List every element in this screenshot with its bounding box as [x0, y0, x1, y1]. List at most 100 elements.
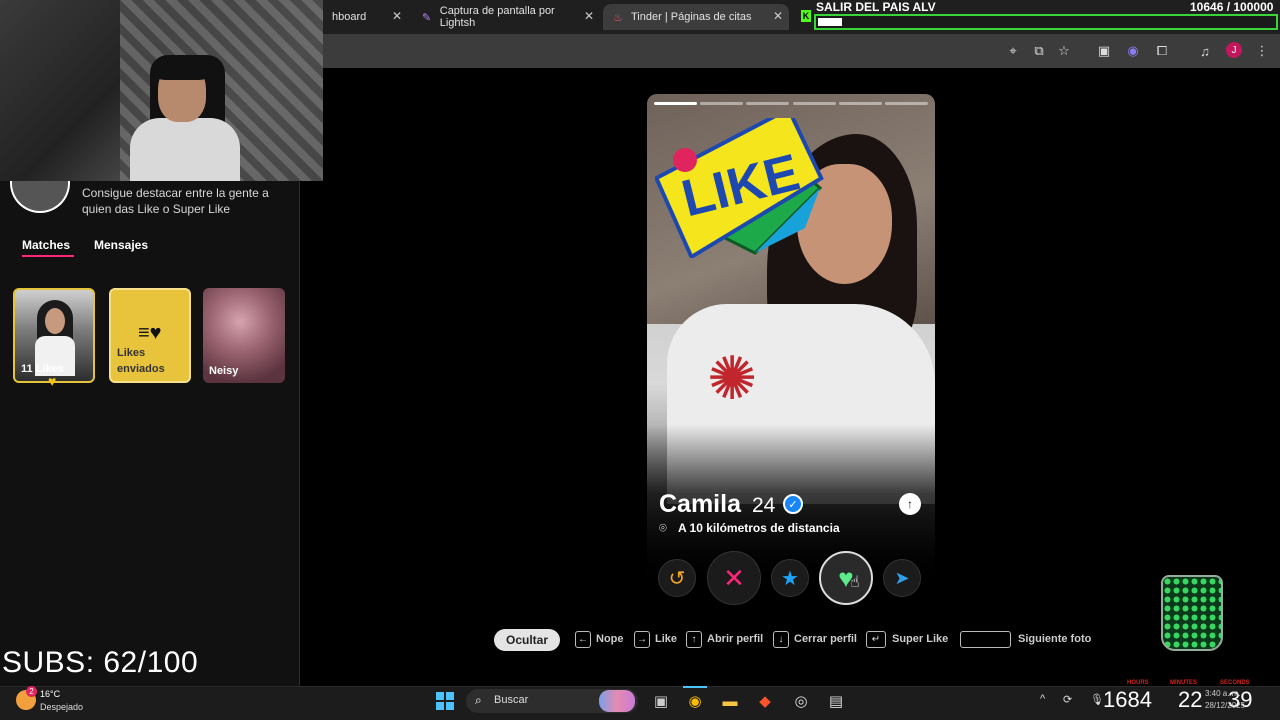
shortcut-next-photo-label: Siguiente foto	[1018, 633, 1092, 645]
stream-goal-title: SALIR DEL PAIS ALV	[816, 0, 936, 14]
search-highlight-icon	[599, 690, 635, 712]
more-menu-icon[interactable]: ⋮	[1253, 42, 1271, 60]
paper-plane-icon: ➤	[894, 567, 910, 588]
obs-icon[interactable]: ◎	[790, 690, 812, 712]
tab-close-icon[interactable]: ✕	[392, 9, 402, 23]
tab-tinder[interactable]: ♨ Tinder | Páginas de citas ✕	[603, 4, 789, 30]
mic-icon[interactable]: 🎙	[1090, 693, 1104, 706]
search-icon: ⌕	[475, 693, 482, 707]
browser-profile-avatar[interactable]: J	[1226, 42, 1242, 58]
nope-button[interactable]: ✕	[707, 551, 761, 605]
sync-icon[interactable]: ⟳	[1063, 693, 1072, 706]
photo-progress-segment[interactable]	[654, 102, 698, 105]
photo-progress-segment[interactable]	[884, 102, 928, 105]
shortcut-nope-label: Nope	[596, 633, 624, 645]
rewind-icon: ↺	[668, 567, 686, 590]
stream-goal-bar	[814, 14, 1278, 30]
stream-goal-count: 10646 / 100000	[1190, 0, 1274, 14]
super-like-button[interactable]: ★	[771, 559, 809, 597]
likes-sent-label: Likes enviados	[117, 347, 165, 375]
profile-distance: A 10 kilómetros de distancia	[678, 521, 840, 535]
weather-condition: Despejado	[40, 702, 84, 712]
webcam-overlay	[0, 0, 323, 181]
windows-start-icon[interactable]	[436, 692, 454, 710]
search-placeholder: Buscar	[494, 694, 529, 706]
task-view-icon[interactable]: ▣	[650, 690, 672, 712]
verified-badge-icon: ✓	[783, 494, 803, 514]
extension-mask-icon[interactable]: ◉	[1124, 42, 1142, 60]
tab-close-icon[interactable]: ✕	[584, 9, 594, 23]
down-arrow-key-icon: ↓	[773, 631, 789, 648]
mouse-cursor-icon: ☝	[850, 574, 860, 591]
tab-messages[interactable]: Mensajes	[94, 238, 148, 252]
right-arrow-key-icon: →	[634, 631, 650, 648]
up-arrow-key-icon: ↑	[686, 631, 702, 648]
send-message-button[interactable]: ➤	[883, 559, 921, 597]
countdown-minutes: 22	[1178, 687, 1203, 712]
location-pin-icon: ⌾	[659, 520, 667, 535]
brave-icon[interactable]: ◆	[754, 690, 776, 712]
countdown-minutes-label: MINUTES	[1170, 680, 1197, 686]
tab-lightshot[interactable]: ✎ Captura de pantalla por Lightsh ✕	[412, 4, 600, 30]
shortcut-close-profile-label: Cerrar perfil	[794, 633, 857, 645]
profile-name: Camila	[659, 490, 741, 518]
tab-title: Tinder | Páginas de citas	[631, 11, 752, 23]
tinder-flame-icon: ♨	[613, 12, 623, 24]
file-explorer-icon[interactable]: ▬	[719, 690, 741, 712]
space-key-icon	[960, 631, 1011, 648]
match-name: Neisy	[209, 365, 239, 377]
chrome-icon[interactable]: ◉	[684, 690, 706, 712]
system-time[interactable]: 3:40 a. m.	[1205, 689, 1241, 698]
feather-icon: ✎	[422, 12, 432, 24]
tab-matches-underline	[22, 255, 74, 257]
enter-key-icon: ↵	[866, 631, 886, 648]
tab-close-icon[interactable]: ✕	[773, 9, 783, 23]
countdown-seconds-label: SECONDS	[1220, 680, 1250, 686]
extensions-puzzle-icon[interactable]: ⧠	[1153, 42, 1171, 60]
like-sticker: LIKE	[655, 118, 824, 258]
weather-badge: 2	[26, 686, 37, 697]
photo-progress-segment[interactable]	[746, 102, 790, 105]
hide-shortcuts-button[interactable]: Ocultar	[494, 629, 560, 651]
photo-progress-segment[interactable]	[792, 102, 836, 105]
star-icon: ★	[781, 567, 799, 590]
subs-counter: SUBS: 62/100	[2, 646, 199, 679]
shortcut-super-like-label: Super Like	[892, 633, 949, 645]
close-icon: ✕	[723, 562, 745, 593]
photo-progress-segment[interactable]	[838, 102, 882, 105]
photo-progress-segment[interactable]	[700, 102, 744, 105]
cast-icon[interactable]: ⧉	[1030, 42, 1048, 60]
rewind-button[interactable]: ↺	[658, 559, 696, 597]
likes-sent-icon: ≡♥	[138, 322, 162, 344]
likes-received-card[interactable]: 11 Likes	[13, 288, 95, 383]
promo-text: Consigue destacar entre la gente a quien…	[82, 186, 269, 216]
gold-heart-icon: ♥	[48, 373, 57, 389]
countdown-hours-label: HOURS	[1127, 680, 1149, 686]
system-date[interactable]: 28/12/2025	[1205, 701, 1245, 710]
terminal-icon[interactable]: ▤	[825, 690, 847, 712]
tab-matches[interactable]: Matches	[22, 238, 70, 252]
match-card-neisy[interactable]: Neisy	[203, 288, 285, 383]
open-profile-button[interactable]: ↑	[899, 493, 921, 515]
tray-chevron-icon[interactable]: ^	[1040, 693, 1045, 705]
active-app-indicator	[683, 686, 707, 688]
tab-title: Captura de pantalla por Lightsh	[439, 5, 555, 29]
kick-icon: K	[801, 10, 811, 22]
taskbar	[0, 686, 1280, 720]
tip-jar-overlay	[1161, 575, 1223, 651]
extension-box-icon[interactable]: ▣	[1095, 42, 1113, 60]
media-control-icon[interactable]: ♫	[1196, 42, 1214, 60]
like-button[interactable]: ♥	[819, 551, 873, 605]
weather-temp: 16°C	[40, 689, 61, 699]
shortcut-like-label: Like	[655, 633, 678, 645]
maple-leaf-print: ✺	[707, 345, 758, 412]
likes-sent-card[interactable]: ≡♥ Likes enviados	[109, 288, 191, 383]
tab-title: hboard	[332, 11, 367, 23]
left-arrow-key-icon: ←	[575, 631, 591, 648]
countdown-hours: 1684	[1103, 687, 1152, 712]
tab-dashboard[interactable]: hboard ✕	[322, 4, 408, 30]
bookmark-star-icon[interactable]: ☆	[1055, 42, 1073, 60]
location-icon[interactable]: ⌖	[1004, 42, 1022, 60]
likes-count-label: 11 Likes	[21, 363, 64, 375]
shortcut-open-profile-label: Abrir perfil	[707, 633, 764, 645]
